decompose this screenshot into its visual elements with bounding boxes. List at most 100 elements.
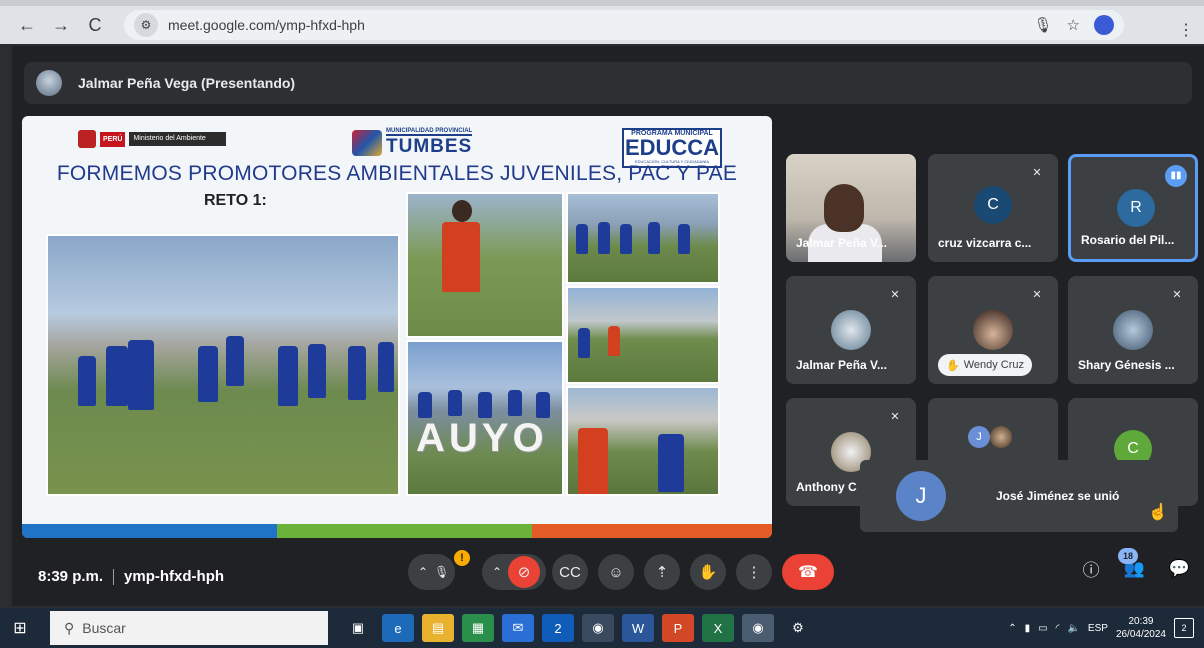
participant-name: Jalmar Peña V... bbox=[796, 358, 887, 372]
raise-hand-button[interactable]: ✋ bbox=[690, 554, 726, 590]
participant-tile[interactable]: Jalmar Peña V... bbox=[786, 154, 916, 262]
presenter-avatar bbox=[36, 70, 62, 96]
mic-muted-icon: ✕ bbox=[1172, 289, 1182, 301]
clock-date: 26/04/2024 bbox=[1115, 629, 1166, 640]
speaking-indicator-icon: ▮▮ bbox=[1165, 165, 1187, 187]
outlook-icon[interactable]: 2 bbox=[542, 614, 574, 642]
mic-button[interactable]: ⌃ 🎙 bbox=[408, 554, 456, 590]
participant-tile[interactable]: ✕ C cruz vizcarra c... bbox=[928, 154, 1058, 262]
address-bar[interactable]: ⚙ meet.google.com/ymp-hfxd-hph 🎙 ☆ bbox=[124, 10, 1124, 40]
end-call-button[interactable]: ☎ bbox=[782, 554, 834, 590]
auyo-letters: AUYO bbox=[416, 416, 548, 460]
slide-color-band bbox=[22, 524, 772, 538]
task-view-icon[interactable]: ▣ bbox=[342, 614, 374, 642]
participant-tile[interactable]: ✕ ✋ Wendy Cruz bbox=[928, 276, 1058, 384]
store-icon[interactable]: ▦ bbox=[462, 614, 494, 642]
chevron-up-icon[interactable]: ⌃ bbox=[492, 565, 502, 579]
settings-icon[interactable]: ⚙ bbox=[782, 614, 814, 642]
windows-start-icon[interactable]: ⊞ bbox=[0, 608, 40, 648]
right-controls: ⓘ 👥 💬 18 bbox=[1083, 548, 1190, 581]
meeting-code: ymp-hfxd-hph bbox=[124, 568, 225, 585]
participant-avatar: R bbox=[1117, 189, 1155, 227]
participant-tile[interactable]: ✕ Jalmar Peña V... bbox=[786, 276, 916, 384]
photo-auyo-letters: AUYO bbox=[406, 340, 564, 496]
raised-hand-icon: ✋ bbox=[946, 359, 960, 372]
emoji-button[interactable]: ☺ bbox=[598, 554, 634, 590]
tray-chevron-icon[interactable]: ⌃ bbox=[1008, 623, 1016, 634]
participant-name: Wendy Cruz bbox=[963, 359, 1025, 371]
search-icon: ⚲ bbox=[64, 619, 75, 636]
excel-icon[interactable]: X bbox=[702, 614, 734, 642]
participant-name: cruz vizcarra c... bbox=[938, 236, 1032, 250]
browser-menu-icon[interactable]: ⋮ bbox=[1178, 20, 1194, 40]
microphone-icon[interactable]: 🎙 bbox=[1034, 16, 1053, 34]
slide-subtitle: RETO 1: bbox=[204, 192, 267, 209]
participant-avatar: C bbox=[974, 186, 1012, 224]
info-icon[interactable]: ⓘ bbox=[1083, 556, 1100, 581]
clock[interactable]: 20:39 26/04/2024 bbox=[1116, 615, 1166, 641]
captions-button[interactable]: CC bbox=[552, 554, 588, 590]
participant-name: Jalmar Peña V... bbox=[796, 236, 887, 250]
battery-icon[interactable]: ▭ bbox=[1038, 623, 1047, 634]
action-buttons: CC ☺ ⇡ ✋ ⋮ ☎ bbox=[552, 552, 834, 592]
volume-icon[interactable]: 🔈 bbox=[1067, 623, 1079, 634]
reload-button[interactable]: C bbox=[82, 12, 108, 38]
clock-time: 20:39 bbox=[1128, 616, 1154, 627]
participant-photo bbox=[973, 310, 1013, 350]
group-avatar: J bbox=[968, 426, 990, 448]
photo-delivery bbox=[566, 386, 720, 496]
taskbar-apps: ▣ e ▤ ▦ ✉ 2 ◉ W P X ◉ ⚙ bbox=[342, 614, 814, 642]
group-photo-main bbox=[46, 234, 400, 496]
forward-button[interactable]: → bbox=[48, 12, 74, 38]
meeting-time: 8:39 p.m. bbox=[38, 568, 104, 585]
microphone-icon[interactable]: 🎙 bbox=[434, 565, 449, 579]
raised-hand-pill: ✋ Wendy Cruz bbox=[938, 354, 1033, 376]
bookmark-star-icon[interactable]: ☆ bbox=[1067, 16, 1080, 34]
browser-toolbar: ← → C ⚙ meet.google.com/ymp-hfxd-hph 🎙 ☆… bbox=[0, 6, 1204, 44]
wifi-icon[interactable]: ◜ bbox=[1056, 623, 1060, 634]
grouped-avatars: J bbox=[968, 426, 1012, 448]
photo-group-field bbox=[566, 192, 720, 284]
url-text: meet.google.com/ymp-hfxd-hph bbox=[168, 17, 365, 33]
participant-name: Anthony C bbox=[796, 480, 857, 494]
ministry-label: Ministerio del Ambiente bbox=[129, 132, 226, 146]
mic-control[interactable]: ⌃ 🎙 ! bbox=[408, 550, 470, 592]
meet-window: Jalmar Peña Vega (Presentando) PERÚ Mini… bbox=[12, 46, 1204, 606]
usb-icon[interactable]: ▮ bbox=[1025, 623, 1031, 634]
camera-off-icon[interactable]: ⊘ bbox=[508, 556, 541, 588]
powerpoint-icon[interactable]: P bbox=[662, 614, 694, 642]
tumbes-crest-icon bbox=[352, 130, 382, 156]
photo-field-activity bbox=[566, 286, 720, 384]
tumbes-logo: MUNICIPALIDAD PROVINCIAL TUMBES bbox=[352, 128, 473, 158]
camera-options[interactable]: ⌃ ⊘ bbox=[482, 554, 547, 590]
file-explorer-icon[interactable]: ▤ bbox=[422, 614, 454, 642]
joined-avatar: J bbox=[896, 471, 946, 521]
more-options-button[interactable]: ⋮ bbox=[736, 554, 772, 590]
meeting-info: 8:39 p.m. ymp-hfxd-hph bbox=[38, 568, 224, 585]
back-button[interactable]: ← bbox=[14, 12, 40, 38]
people-count-badge: 18 bbox=[1118, 548, 1138, 564]
language-indicator[interactable]: ESP bbox=[1088, 623, 1108, 634]
participant-tile[interactable]: ✕ Shary Génesis ... bbox=[1068, 276, 1198, 384]
chrome-icon[interactable]: ◉ bbox=[582, 614, 614, 642]
site-info-icon[interactable]: ⚙ bbox=[134, 13, 158, 37]
windows-taskbar: ⊞ ⚲ Buscar ▣ e ▤ ▦ ✉ 2 ◉ W P X ◉ ⚙ ⌃ ▮ ▭… bbox=[0, 608, 1204, 648]
mic-muted-icon: ✕ bbox=[1032, 289, 1042, 301]
slide-title: FORMEMOS PROMOTORES AMBIENTALES JUVENILE… bbox=[56, 162, 738, 185]
notifications-icon[interactable]: 2 bbox=[1174, 618, 1194, 638]
participant-tile-speaking[interactable]: ▮▮ R Rosario del Pil... bbox=[1068, 154, 1198, 262]
edge-icon[interactable]: e bbox=[382, 614, 414, 642]
join-text: José Jiménez se unió bbox=[996, 489, 1120, 503]
chrome-profile-icon[interactable]: ◉ bbox=[742, 614, 774, 642]
present-button[interactable]: ⇡ bbox=[644, 554, 680, 590]
presenter-bar: Jalmar Peña Vega (Presentando) bbox=[24, 62, 1192, 104]
camera-control[interactable]: ⌃ ⊘ bbox=[482, 552, 547, 592]
hand-cursor-icon: ☝ bbox=[1148, 504, 1168, 521]
taskbar-search[interactable]: ⚲ Buscar bbox=[50, 611, 328, 645]
word-icon[interactable]: W bbox=[622, 614, 654, 642]
chat-icon[interactable]: 💬 bbox=[1169, 559, 1190, 579]
peru-label: PERÚ bbox=[100, 131, 126, 147]
mail-icon[interactable]: ✉ bbox=[502, 614, 534, 642]
chevron-up-icon[interactable]: ⌃ bbox=[418, 565, 428, 579]
profile-avatar[interactable] bbox=[1094, 15, 1114, 35]
